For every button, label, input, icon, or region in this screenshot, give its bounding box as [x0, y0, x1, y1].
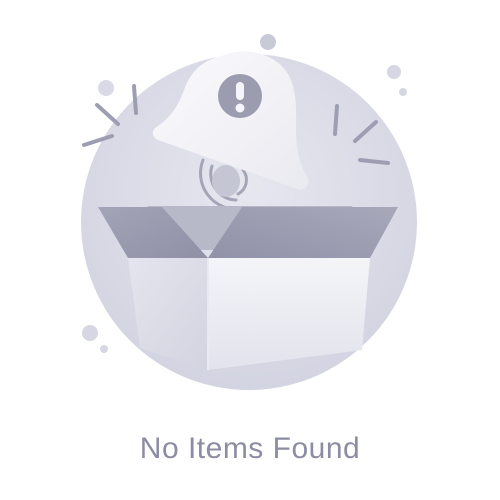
decor-dot [100, 345, 108, 353]
decor-dot [399, 88, 407, 96]
decor-dot [387, 65, 401, 79]
alert-badge-icon [218, 74, 262, 118]
box-side-left [128, 258, 208, 370]
decor-dot [98, 80, 114, 96]
empty-state-message: No Items Found [139, 432, 361, 465]
decor-dot [82, 325, 98, 341]
bell-clapper [212, 165, 240, 197]
empty-state: No Items Found [0, 0, 500, 500]
decor-dot [260, 34, 276, 50]
empty-box-with-alert-bell-icon [81, 34, 417, 390]
